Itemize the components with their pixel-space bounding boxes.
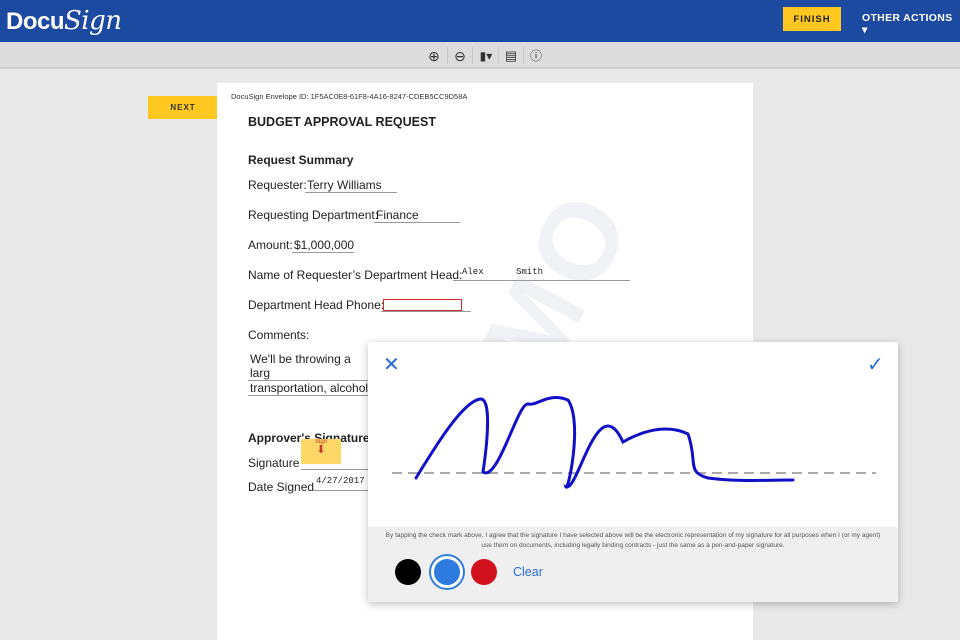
signature-label: Signature <box>248 456 300 470</box>
phone-label: Department Head Phone: <box>248 298 385 312</box>
divider <box>523 47 524 64</box>
signature-canvas[interactable] <box>368 342 898 527</box>
department-head-field[interactable]: Alex Smith <box>453 267 630 281</box>
divider <box>498 47 499 64</box>
color-red-swatch[interactable] <box>471 559 497 585</box>
comment-line: transportation, alcohol, <box>248 381 373 396</box>
help-icon[interactable]: ⓘ <box>527 47 545 65</box>
signature-options: By tapping the check mark above, I agree… <box>368 527 898 602</box>
color-black-swatch[interactable] <box>395 559 421 585</box>
envelope-id: DocuSign Envelope ID: 1F5AC0E8-61F8-4A16… <box>231 92 468 101</box>
date-signed-label: Date Signed <box>248 480 315 494</box>
zoom-out-icon[interactable]: ⊖ <box>451 47 469 65</box>
divider <box>447 47 448 64</box>
department-label: Requesting Department: <box>248 208 379 222</box>
other-actions-menu[interactable]: OTHER ACTIONS ▾ <box>862 12 960 36</box>
print-icon[interactable]: ▤ <box>502 47 520 65</box>
color-blue-swatch[interactable] <box>431 556 463 588</box>
divider <box>472 47 473 64</box>
top-bar: DocuSign FINISH OTHER ACTIONS ▾ <box>0 0 960 42</box>
clear-button[interactable]: Clear <box>513 565 543 579</box>
download-icon[interactable]: ▮▾ <box>476 47 496 65</box>
arrow-down-icon: ⬇ <box>316 444 326 456</box>
zoom-in-icon[interactable]: ⊕ <box>425 47 443 65</box>
sign-here-tag[interactable]: Sign ⬇ <box>301 439 341 464</box>
requester-label: Requester: <box>248 178 307 192</box>
section-heading: Request Summary <box>248 153 354 167</box>
signature-pad-dialog: ✕ ✓ By tapping the check mark above, I a… <box>368 342 898 602</box>
head-first-name: Alex <box>462 267 484 277</box>
comments-label: Comments: <box>248 328 310 342</box>
next-button[interactable]: NEXT <box>148 96 218 119</box>
document-title: BUDGET APPROVAL REQUEST <box>248 115 436 129</box>
amount-field: $1,000,000 <box>292 238 355 253</box>
department-field: Finance <box>374 208 460 223</box>
date-signed-field: 4/27/2017 <box>314 476 374 491</box>
toolbar: ⊕ ⊖ ▮▾ ▤ ⓘ <box>0 42 960 69</box>
phone-underline <box>381 297 471 312</box>
requester-field: Terry Williams <box>305 178 397 193</box>
amount-label: Amount: <box>248 238 293 252</box>
comment-line: We'll be throwing a larg <box>248 352 373 381</box>
department-head-label: Name of Requester’s Department Head: <box>248 268 463 282</box>
head-last-name: Smith <box>516 267 544 277</box>
legal-disclosure: By tapping the check mark above, I agree… <box>385 532 881 549</box>
finish-button[interactable]: FINISH <box>783 7 841 31</box>
docusign-logo: DocuSign <box>6 6 122 36</box>
